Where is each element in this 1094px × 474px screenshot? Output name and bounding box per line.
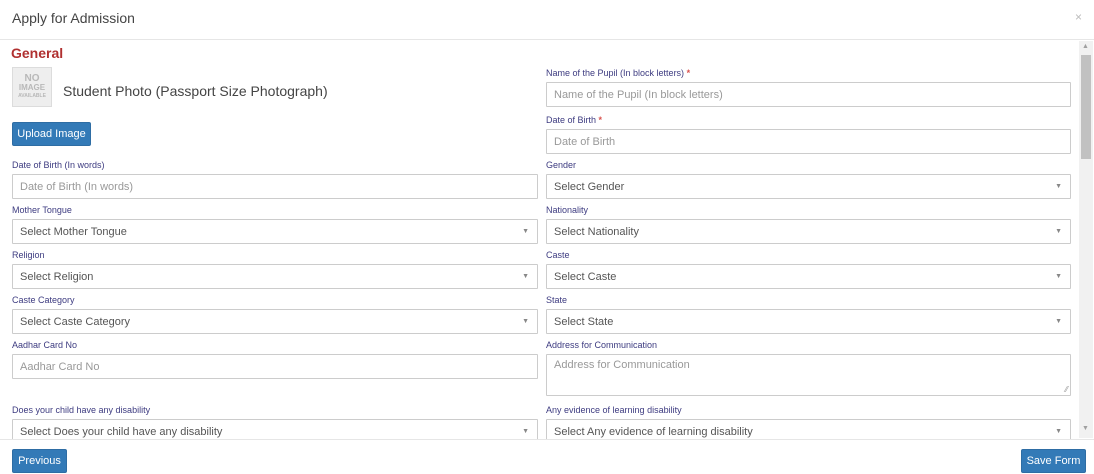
chevron-down-icon: ▼ (1055, 318, 1062, 325)
pupil-name-input[interactable]: Name of the Pupil (In block letters) (546, 82, 1071, 107)
scrollbar-thumb[interactable] (1081, 55, 1091, 159)
address-label: Address for Communication (546, 340, 658, 350)
address-textarea[interactable]: Address for Communication ⁄⁄ (546, 354, 1071, 396)
state-value: Select State (554, 315, 614, 328)
save-form-button[interactable]: Save Form (1021, 449, 1086, 473)
no-image-text: IMAGE (18, 82, 46, 92)
upload-image-button[interactable]: Upload Image (12, 122, 91, 146)
caste-value: Select Caste (554, 270, 617, 283)
required-marker: * (598, 115, 603, 125)
chevron-down-icon: ▼ (1055, 273, 1062, 280)
required-marker: * (686, 68, 691, 78)
caste-label: Caste (546, 250, 570, 260)
modal-body: General NO IMAGE AVAILABLE Student Photo… (0, 41, 1094, 439)
aadhar-label: Aadhar Card No (12, 340, 78, 350)
caste-select[interactable]: Select Caste ▼ (546, 264, 1071, 289)
no-image-text: NO (24, 72, 40, 84)
resize-grip-icon[interactable]: ⁄⁄ (1065, 385, 1068, 394)
gender-label: Gender (546, 160, 577, 170)
pupil-name-placeholder: Name of the Pupil (In block letters) (554, 88, 723, 101)
student-photo-label: Student Photo (Passport Size Photograph) (63, 83, 328, 99)
caste-category-label: Caste Category (12, 295, 75, 305)
close-icon[interactable]: × (1075, 10, 1082, 24)
chevron-down-icon: ▼ (522, 318, 529, 325)
dob-input[interactable]: Date of Birth (546, 129, 1071, 154)
state-label: State (546, 295, 568, 305)
modal-header: Apply for Admission × (0, 0, 1094, 40)
aadhar-input[interactable]: Aadhar Card No (12, 354, 538, 379)
dob-words-label: Date of Birth (In words) (12, 160, 105, 170)
chevron-down-icon: ▼ (522, 228, 529, 235)
chevron-down-icon: ▼ (522, 273, 529, 280)
caste-category-value: Select Caste Category (20, 315, 131, 328)
disability-select[interactable]: Select Does your child have any disabili… (12, 419, 538, 439)
modal-footer: Previous Save Form (0, 439, 1094, 474)
chevron-down-icon: ▼ (1055, 183, 1062, 190)
pupil-name-label-text: Name of the Pupil (In block letters) (546, 68, 685, 78)
religion-label: Religion (12, 250, 45, 260)
no-image-text: AVAILABLE (18, 92, 46, 99)
caste-category-select[interactable]: Select Caste Category ▼ (12, 309, 538, 334)
chevron-down-icon: ▼ (522, 428, 529, 435)
dob-words-placeholder: Date of Birth (In words) (20, 180, 134, 193)
address-placeholder: Address for Communication (554, 359, 690, 371)
religion-value: Select Religion (20, 270, 94, 283)
nationality-select[interactable]: Select Nationality ▼ (546, 219, 1071, 244)
nationality-label: Nationality (546, 205, 589, 215)
chevron-down-icon: ▼ (1055, 428, 1062, 435)
aadhar-placeholder: Aadhar Card No (20, 360, 100, 373)
section-title-general: General (11, 45, 64, 61)
learning-disability-label: Any evidence of learning disability (546, 405, 682, 415)
disability-value: Select Does your child have any disabili… (20, 425, 223, 438)
dob-placeholder: Date of Birth (554, 135, 616, 148)
dob-label-text: Date of Birth (546, 115, 597, 125)
scroll-down-arrow-icon[interactable]: ▼ (1082, 425, 1089, 432)
chevron-down-icon: ▼ (1055, 228, 1062, 235)
no-image-placeholder: NO IMAGE AVAILABLE (12, 67, 52, 107)
mother-tongue-select[interactable]: Select Mother Tongue ▼ (12, 219, 538, 244)
previous-button[interactable]: Previous (12, 449, 67, 473)
nationality-value: Select Nationality (554, 225, 639, 238)
pupil-name-label: Name of the Pupil (In block letters) * (546, 68, 690, 78)
religion-select[interactable]: Select Religion ▼ (12, 264, 538, 289)
dob-label: Date of Birth * (546, 115, 602, 125)
modal-title: Apply for Admission (12, 10, 135, 26)
gender-value: Select Gender (554, 180, 625, 193)
learning-disability-select[interactable]: Select Any evidence of learning disabili… (546, 419, 1071, 439)
scroll-up-arrow-icon[interactable]: ▲ (1082, 43, 1089, 50)
mother-tongue-label: Mother Tongue (12, 205, 72, 215)
dob-words-input[interactable]: Date of Birth (In words) (12, 174, 538, 199)
state-select[interactable]: Select State ▼ (546, 309, 1071, 334)
mother-tongue-value: Select Mother Tongue (20, 225, 127, 238)
gender-select[interactable]: Select Gender ▼ (546, 174, 1071, 199)
disability-label: Does your child have any disability (12, 405, 151, 415)
learning-disability-value: Select Any evidence of learning disabili… (554, 425, 753, 438)
vertical-scrollbar[interactable]: ▲ ▼ (1079, 41, 1093, 438)
